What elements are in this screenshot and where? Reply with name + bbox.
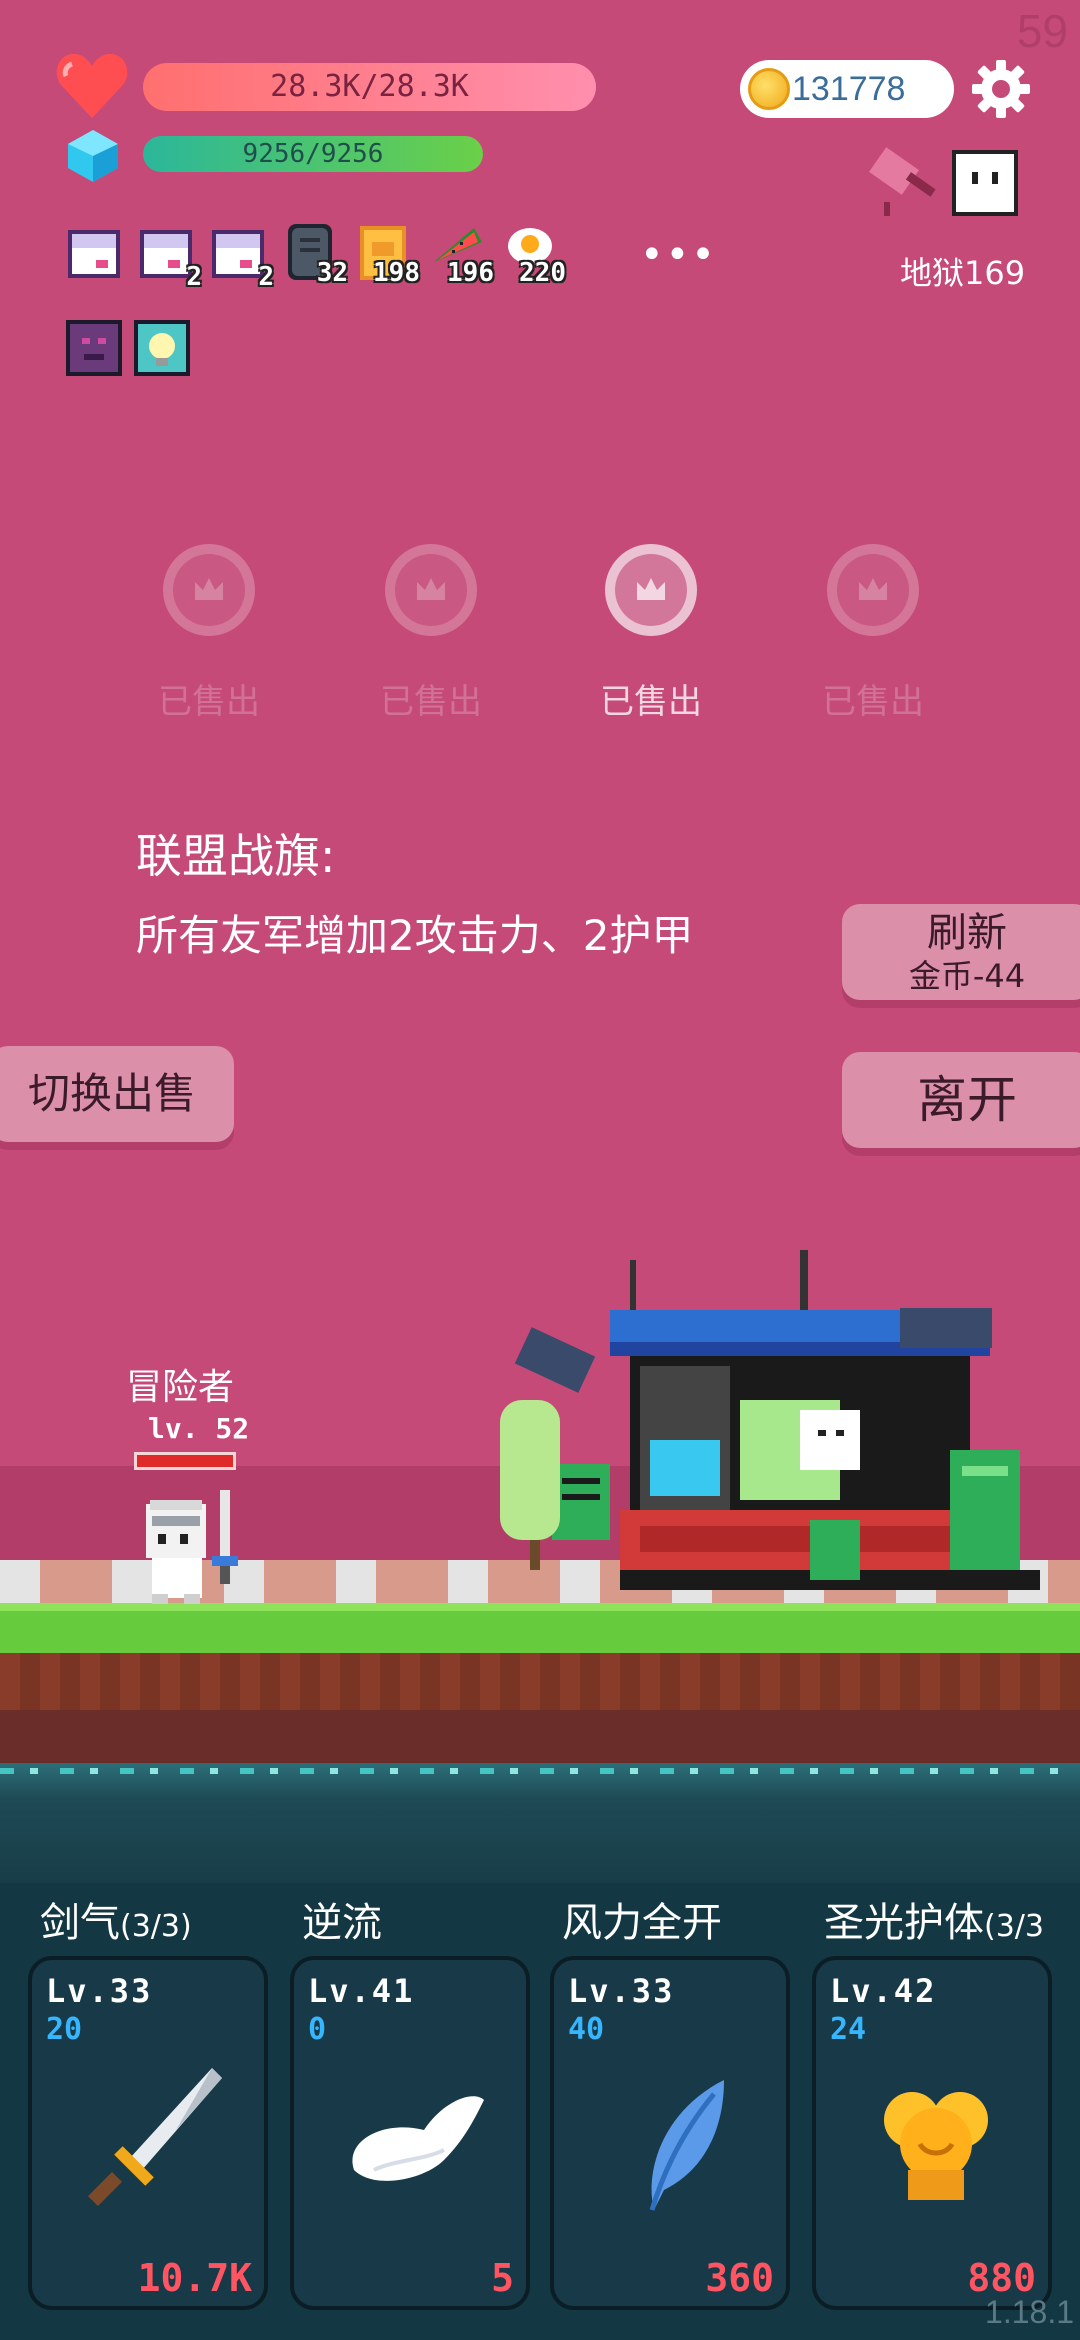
skill-level: Lv.33 [568, 1972, 675, 2010]
crown-badge [605, 544, 697, 636]
player-name: 冒险者 [126, 1367, 235, 1408]
inventory-item[interactable]: 2 [210, 226, 274, 292]
leave-button[interactable]: 离开 [842, 1052, 1080, 1148]
version-label: 1.18.1 [985, 2294, 1074, 2330]
skill-cost: 5 [491, 2256, 514, 2300]
skill-cost: 10.7K [137, 2256, 252, 2300]
knight-sprite[interactable] [136, 1490, 248, 1606]
crown-icon [859, 578, 887, 600]
mp-value: 9256/9256 [242, 139, 384, 169]
coin-icon [748, 68, 790, 110]
inventory-item[interactable] [66, 226, 122, 286]
skill-cost: 360 [705, 2256, 774, 2300]
shop-slot-selected[interactable]: 已售出 [576, 544, 726, 723]
water [0, 1763, 1080, 1883]
merchant-cart-sprite [500, 1250, 1040, 1590]
more-items-button[interactable]: ••• [640, 232, 717, 278]
skill-name: 逆流 [302, 1900, 382, 1946]
coin-counter: 131778 [740, 60, 954, 118]
dirt-lower [0, 1710, 1080, 1770]
refresh-label: 刷新 [927, 910, 1007, 956]
skill-value: 24 [830, 2012, 867, 2047]
item-title: 联盟战旗: [136, 829, 336, 883]
wing-icon [352, 2096, 484, 2181]
player-hp-bar [134, 1452, 236, 1470]
ghost-icon[interactable] [948, 146, 1022, 220]
inventory-item[interactable]: 32 [284, 222, 348, 288]
crown-badge [385, 544, 477, 636]
skill-level: Lv.33 [46, 1972, 153, 2010]
grass-ground [0, 1603, 1080, 1653]
skill-level: Lv.41 [308, 1972, 415, 2010]
skill-card-sword[interactable]: Lv.33 20 10.7K [28, 1956, 268, 2310]
sold-out-label: 已售出 [822, 682, 924, 722]
mana-crystal-icon [68, 130, 118, 182]
water-foam [0, 1768, 1080, 1774]
crown-badge [163, 544, 255, 636]
skill-value: 20 [46, 2012, 83, 2047]
inventory-item[interactable]: 198 [356, 222, 420, 288]
skill-card-reverse[interactable]: Lv.41 0 5 [290, 1956, 530, 2310]
skill-value: 40 [568, 2012, 605, 2047]
fps-counter: 59 [1016, 5, 1068, 57]
heart-icon [56, 53, 128, 118]
shop-slot[interactable]: 已售出 [356, 544, 506, 723]
skill-name: 风力全开 [562, 1900, 722, 1946]
mailbox-ribbon-icon [68, 230, 120, 278]
skill-level: Lv.42 [830, 1972, 937, 2010]
skill-name: 圣光护体(3/3 [824, 1900, 1044, 1946]
refresh-button[interactable]: 刷新 金币-44 [842, 904, 1080, 1000]
sold-out-label: 已售出 [380, 682, 482, 722]
sold-out-label: 已售出 [158, 682, 260, 722]
skill-name: 剑气(3/3) [40, 1900, 192, 1946]
inventory-item[interactable]: 196 [430, 222, 494, 288]
skill-card-holy-light[interactable]: Lv.42 24 880 [812, 1956, 1052, 2310]
item-description: 所有友军增加2攻击力、2护甲 [136, 911, 694, 960]
coin-value: 131778 [792, 70, 906, 108]
crown-icon [195, 578, 223, 600]
crown-icon [417, 578, 445, 600]
hp-bar: 28.3K/28.3K [143, 63, 596, 111]
sold-out-label: 已售出 [600, 682, 702, 722]
skill-value: 0 [308, 2012, 327, 2047]
inventory-item[interactable]: 220 [502, 222, 566, 288]
lightbulb-buff-icon[interactable] [134, 320, 190, 376]
demon-buff-icon[interactable] [66, 320, 122, 376]
dungeon-floor: 地狱169 [900, 254, 1026, 292]
sword-icon [88, 2068, 222, 2206]
crown-badge [827, 544, 919, 636]
gear-icon[interactable] [970, 58, 1032, 120]
inventory-item[interactable]: 2 [138, 226, 202, 292]
shop-slot[interactable]: 已售出 [798, 544, 948, 723]
switch-sale-button[interactable]: 切换出售 [0, 1046, 234, 1142]
shop-slot[interactable]: 已售出 [134, 544, 284, 723]
crown-icon [637, 578, 665, 600]
skill-card-wind[interactable]: Lv.33 40 360 [550, 1956, 790, 2310]
hp-value: 28.3K/28.3K [270, 69, 469, 104]
mp-bar: 9256/9256 [143, 136, 483, 172]
player-level: lv. 52 [148, 1412, 250, 1445]
golden-shield-icon [884, 2092, 988, 2200]
cleaver-icon[interactable] [862, 140, 942, 230]
refresh-cost: 金币-44 [908, 957, 1026, 995]
feather-icon [649, 2080, 724, 2211]
